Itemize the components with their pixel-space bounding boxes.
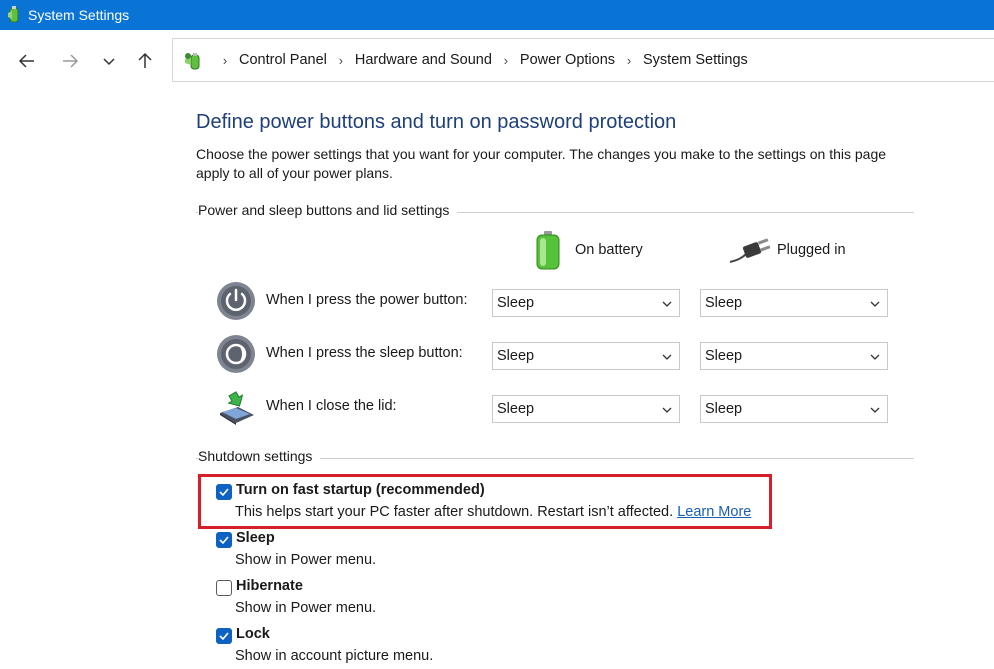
power-group-label: Power and sleep buttons and lid settings: [198, 202, 458, 218]
lock-label[interactable]: Lock: [236, 626, 270, 642]
chevron-down-icon: [661, 298, 673, 310]
power-plug-icon: [728, 236, 772, 264]
fast-startup-highlight-box: [198, 474, 772, 529]
power-options-app-icon: [6, 5, 22, 25]
lock-description: Show in account picture menu.: [235, 648, 434, 664]
control-panel-icon: [183, 50, 205, 72]
lock-checkbox[interactable]: [216, 628, 232, 644]
battery-icon: [534, 230, 562, 270]
breadcrumb-hardware-and-sound[interactable]: Hardware and Sound: [355, 52, 492, 68]
title-bar: System Settings: [0, 0, 994, 30]
shutdown-group-header: Shutdown settings: [196, 448, 914, 468]
sleep-description: Show in Power menu.: [235, 552, 377, 568]
breadcrumb-control-panel[interactable]: Control Panel: [239, 52, 327, 68]
power-button-battery-select[interactable]: Sleep: [492, 289, 680, 317]
address-bar[interactable]: › Control Panel › Hardware and Sound › P…: [172, 38, 994, 82]
breadcrumb: › Control Panel › Hardware and Sound › P…: [211, 52, 748, 68]
sleep-button-plugged-select[interactable]: Sleep: [700, 342, 888, 370]
close-lid-plugged-select[interactable]: Sleep: [700, 395, 888, 423]
breadcrumb-system-settings[interactable]: System Settings: [643, 52, 748, 68]
chevron-down-icon: [661, 404, 673, 416]
recent-locations-chevron-icon[interactable]: [97, 49, 121, 73]
breadcrumb-separator-icon[interactable]: ›: [619, 53, 639, 68]
window-title: System Settings: [28, 7, 130, 23]
chevron-down-icon: [869, 404, 881, 416]
sleep-checkbox[interactable]: [216, 532, 232, 548]
laptop-lid-icon: [216, 387, 256, 427]
page-description: Choose the power settings that you want …: [196, 146, 887, 181]
select-value: Sleep: [497, 295, 535, 311]
close-lid-battery-select[interactable]: Sleep: [492, 395, 680, 423]
up-arrow-icon[interactable]: [133, 49, 157, 73]
back-arrow-icon[interactable]: [15, 49, 39, 73]
breadcrumb-separator-icon[interactable]: ›: [215, 53, 235, 68]
sleep-button-icon: [216, 334, 256, 374]
breadcrumb-separator-icon[interactable]: ›: [331, 53, 351, 68]
power-group-header: Power and sleep buttons and lid settings: [196, 202, 914, 222]
page-title: Define power buttons and turn on passwor…: [196, 111, 677, 133]
select-value: Sleep: [497, 348, 535, 364]
chevron-down-icon: [869, 351, 881, 363]
power-button-icon: [216, 281, 256, 321]
chevron-down-icon: [869, 298, 881, 310]
chevron-down-icon: [661, 351, 673, 363]
power-button-label: When I press the power button:: [266, 292, 468, 308]
select-value: Sleep: [705, 295, 743, 311]
sleep-label[interactable]: Sleep: [236, 530, 275, 546]
select-value: Sleep: [705, 401, 743, 417]
power-button-plugged-select[interactable]: Sleep: [700, 289, 888, 317]
breadcrumb-separator-icon[interactable]: ›: [496, 53, 516, 68]
hibernate-checkbox[interactable]: [216, 580, 232, 596]
on-battery-column-header: On battery: [575, 242, 643, 258]
sleep-button-battery-select[interactable]: Sleep: [492, 342, 680, 370]
shutdown-group-label: Shutdown settings: [198, 448, 321, 464]
sleep-button-label: When I press the sleep button:: [266, 345, 463, 361]
select-value: Sleep: [497, 401, 535, 417]
select-value: Sleep: [705, 348, 743, 364]
hibernate-label[interactable]: Hibernate: [236, 578, 303, 594]
plugged-in-column-header: Plugged in: [777, 242, 846, 258]
close-lid-label: When I close the lid:: [266, 398, 397, 414]
hibernate-description: Show in Power menu.: [235, 600, 377, 616]
forward-arrow-icon[interactable]: [58, 49, 82, 73]
breadcrumb-power-options[interactable]: Power Options: [520, 52, 615, 68]
navigation-bar: › Control Panel › Hardware and Sound › P…: [0, 30, 994, 92]
